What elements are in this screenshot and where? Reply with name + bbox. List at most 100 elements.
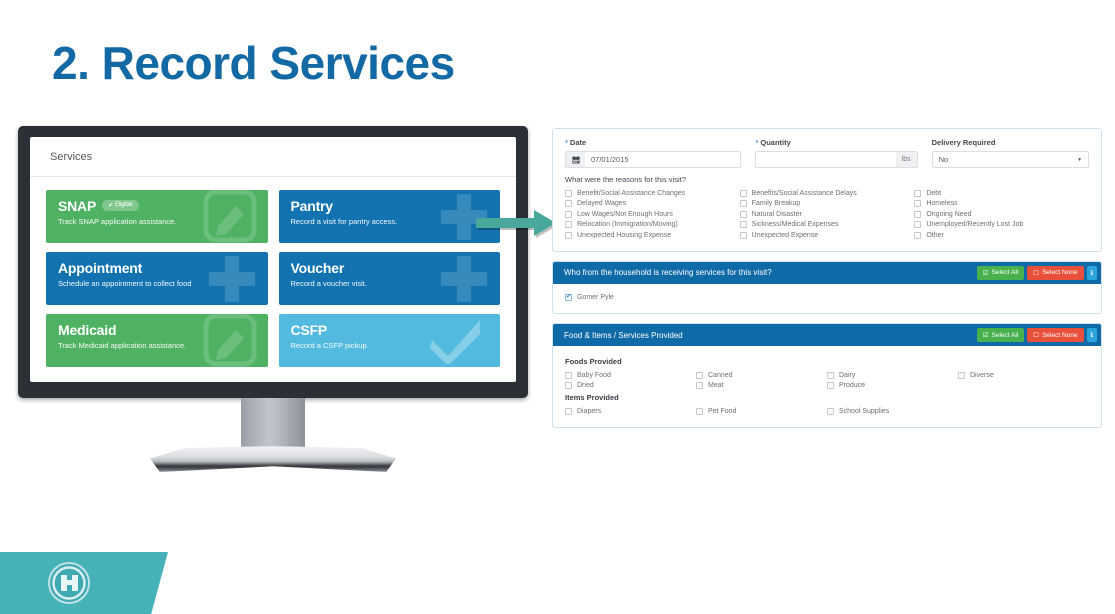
service-tile-snap[interactable]: SNAP ✔ Eligible Track SNAP application a… — [46, 190, 268, 243]
checked-box-icon: ☑ — [982, 332, 989, 339]
empty-box-icon: ☐ — [1033, 269, 1040, 277]
delivery-select[interactable]: No ▼ — [931, 151, 1090, 168]
item-checkbox[interactable] — [827, 407, 834, 415]
food-checkbox[interactable] — [958, 371, 965, 379]
reason-checkbox[interactable] — [565, 200, 572, 208]
food-checkbox[interactable] — [827, 371, 834, 379]
household-member-checkbox[interactable] — [565, 293, 572, 302]
reason-checkbox[interactable] — [739, 189, 747, 197]
check-icon — [428, 316, 486, 364]
checkbox-row[interactable]: Baby Food — [565, 370, 696, 381]
food-checkbox[interactable] — [827, 382, 834, 390]
date-input[interactable] — [585, 151, 742, 168]
checkbox-row[interactable]: Diverse — [958, 370, 1089, 381]
quantity-input[interactable] — [755, 151, 896, 168]
household-member-name: Gomer Pyle — [577, 294, 614, 302]
service-tile-desc: Record a CSFP pickup — [290, 341, 367, 350]
info-icon[interactable]: ℹ — [1086, 265, 1097, 280]
reason-checkbox[interactable] — [739, 210, 747, 218]
service-tile-desc: Record a voucher visit. — [290, 279, 367, 288]
service-tile-pantry[interactable]: Pantry Record a visit for pantry access. — [278, 190, 500, 243]
food-checkbox[interactable] — [565, 382, 572, 390]
checkbox-row[interactable]: Other — [914, 230, 1089, 241]
checkbox-row[interactable]: Ongoing Need — [914, 209, 1089, 220]
checkbox-row[interactable]: Natural Disaster — [739, 209, 915, 220]
services-screen-header: Services — [30, 137, 516, 177]
household-panel-title: Who from the household is receiving serv… — [564, 268, 772, 277]
calendar-icon[interactable] — [565, 151, 585, 168]
reason-checkbox[interactable] — [914, 200, 922, 208]
empty-box-icon: ☐ — [1033, 332, 1040, 339]
checkbox-row[interactable]: Relocation (Immigration/Moving) — [565, 220, 740, 231]
checkbox-row[interactable]: Benefits/Social Assistance Delays — [739, 188, 915, 199]
service-tile-voucher[interactable]: Voucher Record a voucher visit. — [278, 252, 500, 305]
item-checkbox[interactable] — [696, 407, 703, 415]
reason-checkbox[interactable] — [914, 210, 922, 218]
checkbox-row[interactable]: Canned — [696, 370, 827, 381]
item-checkbox[interactable] — [565, 407, 572, 415]
checkbox-row[interactable]: Dried — [565, 381, 696, 392]
checkbox-row[interactable]: Unexpected Housing Expense — [565, 230, 740, 241]
food-checkbox[interactable] — [565, 371, 572, 379]
checkbox-row[interactable]: Unexpected Expense — [739, 230, 915, 241]
delivery-field-group: Delivery Required No ▼ — [931, 138, 1090, 168]
service-tile-appointment[interactable]: Appointment Schedule an appointment to c… — [46, 252, 268, 305]
reason-checkbox[interactable] — [914, 231, 922, 239]
checked-box-icon: ☑ — [982, 269, 989, 277]
checkbox-row[interactable]: Pet Food — [696, 406, 827, 417]
required-marker: * — [755, 138, 759, 147]
reason-checkbox[interactable] — [565, 231, 572, 239]
checkbox-row[interactable]: Homeless — [914, 199, 1089, 210]
checkbox-row[interactable]: Unemployed/Recently Lost Job — [914, 220, 1089, 231]
service-tile-desc: Track Medicaid application assistance. — [58, 341, 187, 350]
organization-logo-icon — [48, 562, 90, 604]
monitor-bezel: Services SNAP ✔ Eligible Track SNAP appl… — [18, 126, 528, 398]
service-tile-csfp[interactable]: CSFP Record a CSFP pickup — [278, 314, 500, 367]
foods-provided-group: Baby Food Canned Dairy Diverse Dried Mea… — [565, 370, 1089, 391]
service-form-screenshot: *Date *Quantity lbs — [552, 128, 1102, 440]
provided-panel-actions: ☑ Select All ☐ Select None ℹ — [976, 328, 1097, 342]
select-all-button[interactable]: ☑ Select All — [976, 328, 1025, 342]
reason-checkbox[interactable] — [565, 210, 572, 218]
reason-checkbox[interactable] — [565, 221, 572, 229]
quantity-unit-addon: lbs — [895, 151, 918, 168]
chevron-down-icon: ▼ — [1077, 156, 1083, 163]
reason-checkbox[interactable] — [565, 189, 572, 197]
reason-checkbox[interactable] — [739, 231, 747, 239]
household-member-row[interactable]: Gomer Pyle — [565, 293, 1089, 304]
items-provided-title: Items Provided — [565, 393, 619, 402]
page-title: 2. Record Services — [52, 37, 455, 89]
provided-panel-header: Food & Items / Services Provided ☑ Selec… — [553, 324, 1101, 346]
service-tile-grid: SNAP ✔ Eligible Track SNAP application a… — [30, 177, 516, 381]
service-tile-medicaid[interactable]: Medicaid Track Medicaid application assi… — [46, 314, 268, 367]
reason-checkbox[interactable] — [739, 221, 747, 229]
select-none-button[interactable]: ☐ Select None — [1027, 328, 1084, 342]
service-tile-desc: Track SNAP application assistance. — [58, 217, 177, 226]
reason-checkbox[interactable] — [914, 189, 922, 197]
checkbox-row[interactable]: Diapers — [565, 406, 696, 417]
visit-details-panel: *Date *Quantity lbs — [552, 128, 1102, 252]
reasons-checkbox-group: Benefit/Social Assistance Changes Delaye… — [565, 188, 1089, 241]
household-panel-actions: ☑ Select All ☐ Select None ℹ — [976, 265, 1097, 280]
checkbox-row[interactable]: Debt — [914, 188, 1089, 199]
select-all-button[interactable]: ☑ Select All — [976, 265, 1025, 280]
food-checkbox[interactable] — [696, 382, 703, 390]
checkbox-row[interactable]: Sickness/Medical Expenses — [739, 220, 915, 231]
checkbox-row[interactable]: Benefit/Social Assistance Changes — [565, 188, 740, 199]
checkbox-row[interactable]: Produce — [827, 381, 958, 392]
required-marker: * — [565, 138, 568, 147]
checkbox-row[interactable]: Dairy — [827, 370, 958, 381]
delivery-selected-value: No — [938, 155, 949, 164]
reason-checkbox[interactable] — [914, 221, 922, 229]
checkbox-row[interactable]: Family Breakup — [739, 199, 915, 210]
checkbox-row[interactable]: Meat — [696, 381, 827, 392]
checkbox-row[interactable]: Delayed Wages — [565, 199, 740, 210]
checkbox-row[interactable]: Low Wages/Not Enough Hours — [565, 209, 740, 220]
info-icon[interactable]: ℹ — [1086, 328, 1097, 342]
eligible-badge: ✔ Eligible — [102, 199, 139, 211]
monitor-screen: Services SNAP ✔ Eligible Track SNAP appl… — [30, 137, 516, 382]
reason-checkbox[interactable] — [739, 200, 747, 208]
checkbox-row[interactable]: School Supplies — [827, 406, 958, 417]
food-checkbox[interactable] — [696, 371, 703, 379]
select-none-button[interactable]: ☐ Select None — [1027, 265, 1084, 280]
